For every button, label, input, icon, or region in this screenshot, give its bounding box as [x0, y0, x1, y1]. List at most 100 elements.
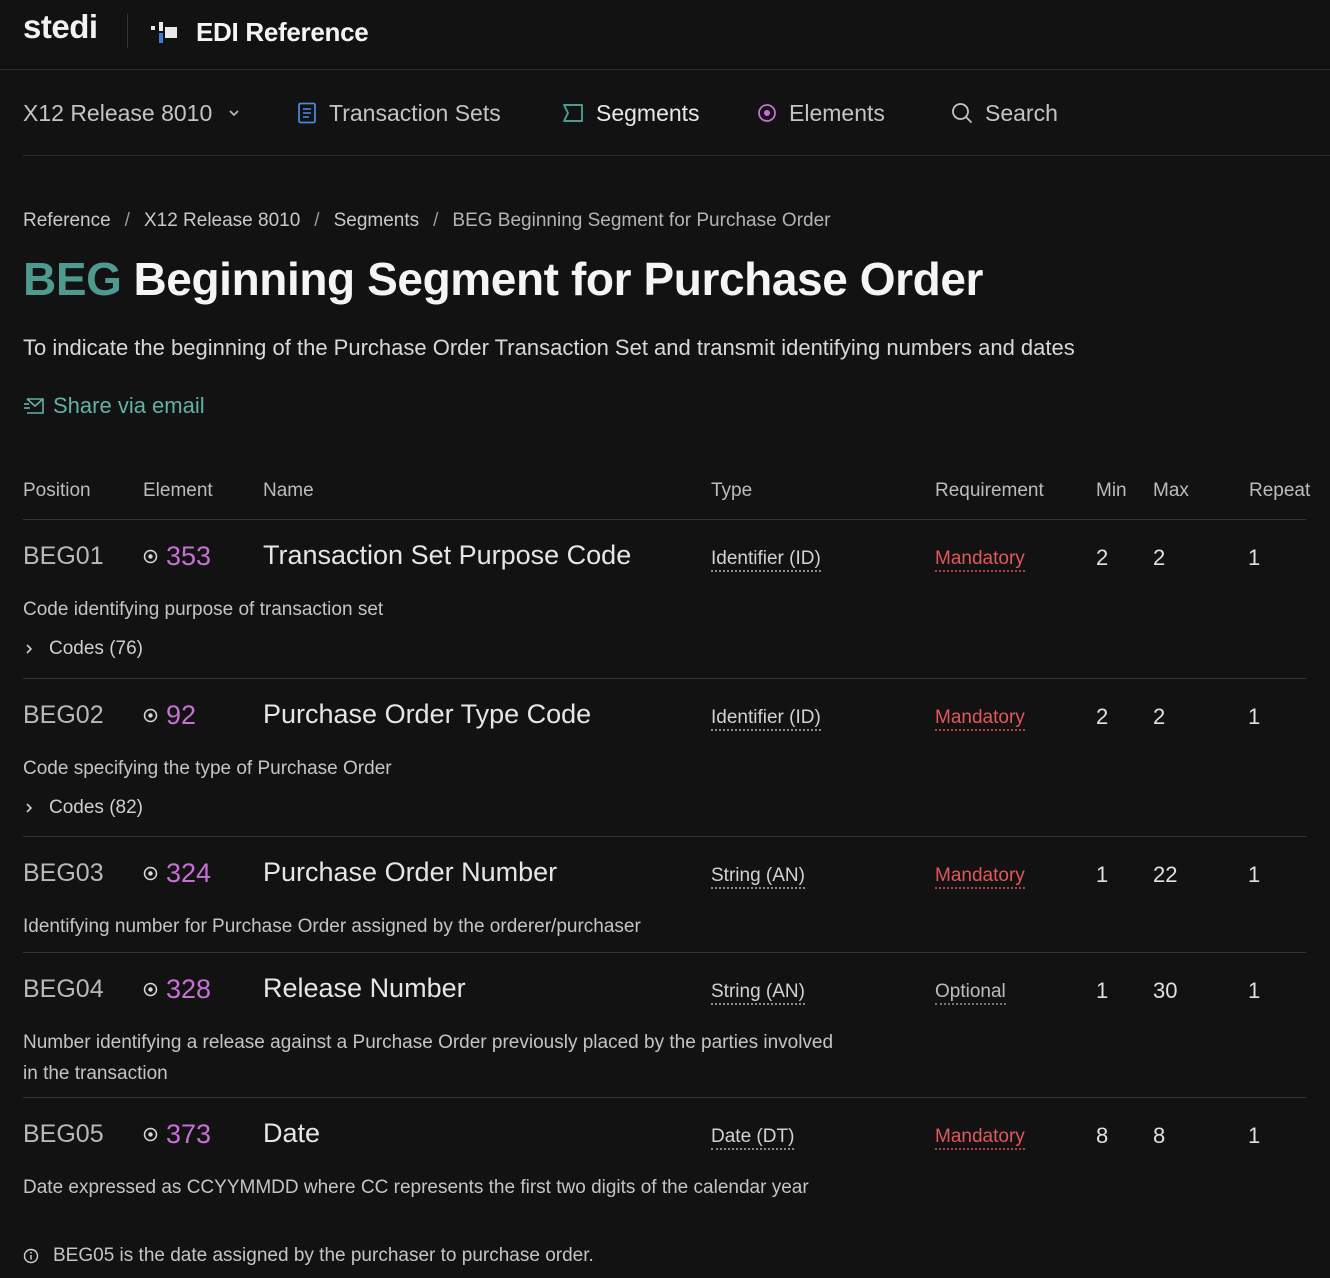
- element-link[interactable]: 324: [143, 858, 211, 889]
- element-description: Identifying number for Purchase Order as…: [23, 916, 641, 937]
- requirement-badge[interactable]: Optional: [935, 981, 1006, 1005]
- nav-search[interactable]: Search: [951, 97, 1058, 129]
- element-type[interactable]: String (AN): [711, 865, 805, 889]
- share-label: Share via email: [53, 393, 205, 418]
- element-name: Date: [263, 1118, 321, 1148]
- header-requirement: Requirement: [935, 480, 1044, 501]
- header-repeat: Repeat: [1249, 480, 1311, 501]
- segment-icon: [563, 104, 583, 122]
- min-length: 2: [1096, 704, 1109, 729]
- header-max: Max: [1153, 480, 1189, 501]
- element-link[interactable]: 92: [143, 700, 196, 731]
- breadcrumb-separator: /: [314, 210, 320, 231]
- nav-bar: X12 Release 8010 Transaction Sets Segmen…: [23, 71, 1330, 156]
- breadcrumb-segments[interactable]: Segments: [334, 210, 420, 232]
- table-row: BEG03 324 Purchase Order Number String (…: [23, 837, 1306, 953]
- element-icon: [143, 982, 158, 997]
- element-type[interactable]: Date (DT): [711, 1126, 795, 1150]
- element-name: Transaction Set Purpose Code: [263, 540, 632, 570]
- position: BEG04: [23, 975, 104, 1003]
- element-type[interactable]: String (AN): [711, 981, 805, 1005]
- header-type: Type: [711, 480, 753, 501]
- share-via-email-link[interactable]: Share via email: [23, 393, 205, 419]
- requirement-badge[interactable]: Mandatory: [935, 865, 1025, 889]
- codes-toggle[interactable]: Codes (76): [25, 638, 143, 660]
- breadcrumb-separator: /: [433, 210, 439, 231]
- repeat-count: 1: [1248, 704, 1261, 729]
- nav-search-label: Search: [985, 99, 1058, 126]
- min-length: 1: [1096, 862, 1109, 887]
- element-description: Number identifying a release against a P…: [23, 1032, 834, 1084]
- table-row: BEG02 92 Purchase Order Type Code Identi…: [23, 679, 1306, 837]
- element-type[interactable]: Identifier (ID): [711, 707, 821, 731]
- repeat-count: 1: [1248, 1123, 1261, 1148]
- breadcrumb-separator: /: [124, 210, 130, 231]
- usage-note-text: BEG05 is the date assigned by the purcha…: [53, 1245, 594, 1266]
- app-title[interactable]: EDI Reference: [196, 17, 369, 48]
- table-header: Position Element Name Type Requirement M…: [23, 478, 1310, 520]
- min-length: 1: [1096, 978, 1109, 1003]
- nav-elements[interactable]: Elements: [757, 97, 885, 129]
- header-divider: [127, 14, 128, 48]
- breadcrumb-reference[interactable]: Reference: [23, 210, 111, 232]
- position: BEG05: [23, 1120, 104, 1148]
- min-length: 2: [1096, 545, 1109, 570]
- max-length: 2: [1153, 545, 1166, 570]
- table-row: BEG05 373 Date Date (DT) Mandatory 8 8 1…: [23, 1098, 1306, 1278]
- element-description: Code identifying purpose of transaction …: [23, 599, 384, 620]
- element-link[interactable]: 328: [143, 974, 211, 1005]
- position: BEG01: [23, 542, 104, 570]
- element-name: Release Number: [263, 973, 466, 1003]
- max-length: 8: [1153, 1123, 1166, 1148]
- element-link[interactable]: 353: [143, 541, 211, 572]
- table-row: BEG01 353 Transaction Set Purpose Code I…: [23, 520, 1306, 679]
- repeat-count: 1: [1248, 862, 1261, 887]
- header-name: Name: [263, 480, 314, 501]
- max-length: 2: [1153, 704, 1166, 729]
- position: BEG03: [23, 859, 104, 887]
- nav-segments[interactable]: Segments: [562, 97, 700, 129]
- repeat-count: 1: [1248, 978, 1261, 1003]
- search-icon: [952, 103, 972, 123]
- segment-description: To indicate the beginning of the Purchas…: [23, 335, 1075, 360]
- requirement-badge[interactable]: Mandatory: [935, 548, 1025, 572]
- nav-transaction-sets[interactable]: Transaction Sets: [297, 97, 501, 129]
- codes-label: Codes (76): [49, 638, 143, 659]
- element-link[interactable]: 373: [143, 1119, 211, 1150]
- header-min: Min: [1096, 480, 1127, 501]
- element-id: 328: [166, 974, 212, 1004]
- codes-toggle[interactable]: Codes (82): [25, 797, 143, 819]
- chevron-right-icon: [26, 803, 33, 813]
- nav-elements-label: Elements: [789, 99, 885, 126]
- element-type[interactable]: Identifier (ID): [711, 548, 821, 572]
- document-icon: [298, 102, 316, 124]
- element-name: Purchase Order Number: [263, 857, 558, 887]
- top-bar: stedi EDI Reference: [0, 0, 1330, 70]
- element-description: Date expressed as CCYYMMDD where CC repr…: [23, 1177, 809, 1198]
- segment-code: BEG: [23, 253, 122, 305]
- max-length: 30: [1153, 978, 1178, 1003]
- page-title: BEG Beginning Segment for Purchase Order: [23, 252, 983, 306]
- element-icon: [143, 866, 158, 881]
- element-icon: [143, 708, 158, 723]
- element-id: 353: [166, 541, 212, 571]
- nav-transaction-sets-label: Transaction Sets: [329, 99, 501, 126]
- segment-title: Beginning Segment for Purchase Order: [133, 253, 984, 305]
- breadcrumb-release[interactable]: X12 Release 8010: [144, 210, 300, 232]
- stedi-logo[interactable]: stedi: [23, 8, 98, 46]
- element-id: 92: [166, 700, 197, 730]
- element-icon: [758, 104, 776, 122]
- release-label: X12 Release 8010: [23, 99, 213, 126]
- header-position: Position: [23, 480, 91, 501]
- info-icon: [23, 1248, 39, 1264]
- element-icon: [143, 1127, 158, 1142]
- element-id: 373: [166, 1119, 212, 1149]
- max-length: 22: [1153, 862, 1178, 887]
- requirement-badge[interactable]: Mandatory: [935, 1126, 1025, 1150]
- element-name: Purchase Order Type Code: [263, 699, 592, 729]
- codes-label: Codes (82): [49, 797, 143, 818]
- usage-note: BEG05 is the date assigned by the purcha…: [23, 1245, 594, 1267]
- requirement-badge[interactable]: Mandatory: [935, 707, 1025, 731]
- chevron-right-icon: [26, 644, 33, 654]
- release-selector[interactable]: X12 Release 8010: [23, 97, 240, 129]
